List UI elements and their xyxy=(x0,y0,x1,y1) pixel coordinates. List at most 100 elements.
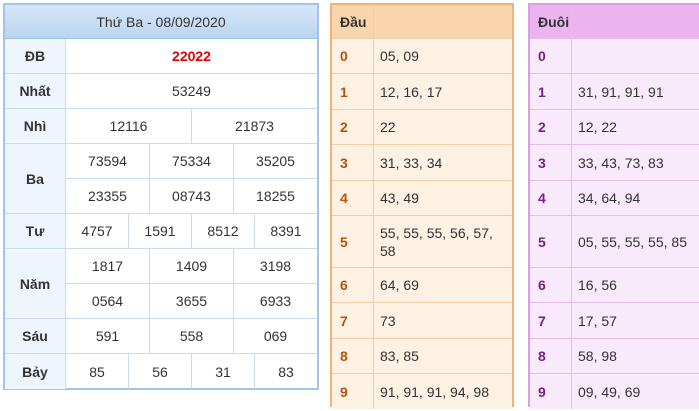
dau-key: 5 xyxy=(332,216,374,267)
prize-number: 83 xyxy=(278,363,294,380)
dau-numbers: 83, 85 xyxy=(374,339,512,373)
prize-number: 12116 xyxy=(66,109,192,143)
prize-values: 4757 1591 8512 8391 xyxy=(66,214,317,248)
prize-value-row: 85 56 31 83 xyxy=(66,354,317,389)
prize-value-row: 22022 xyxy=(66,39,317,73)
dau-numbers: 31, 33, 34 xyxy=(374,145,512,180)
dau-row: 9 91, 91, 91, 94, 98 xyxy=(332,374,512,409)
dau-numbers: 73 xyxy=(374,303,512,338)
prize-values: 22022 xyxy=(66,39,317,73)
prize-number: 4757 xyxy=(66,214,129,248)
prize-row: Tư 4757 1591 8512 8391 xyxy=(5,214,317,249)
dau-header-row: Đầu xyxy=(332,5,512,39)
prize-label: Nhất xyxy=(5,74,66,108)
duoi-key: 4 xyxy=(530,181,572,215)
duoi-row: 0 xyxy=(530,39,699,74)
prize-number: 6933 xyxy=(259,293,292,309)
prize-number: 18255 xyxy=(256,188,295,204)
prize-number: 08743 xyxy=(150,179,234,213)
prize-value-row: 4757 1591 8512 8391 xyxy=(66,214,317,248)
results-table: Thứ Ba - 08/09/2020 ĐB 22022 Nhất 53249 Nhì 1… xyxy=(3,3,319,390)
prize-value-row: 0564 3655 6933 xyxy=(66,283,317,318)
prize-number: 23355 xyxy=(66,179,150,213)
prize-values: 73594 75334 35205 23355 08743 18255 xyxy=(66,144,317,213)
prize-number: 85 xyxy=(66,354,129,389)
dau-numbers: 22 xyxy=(374,110,512,144)
duoi-numbers: 17, 57 xyxy=(572,303,699,338)
prize-row: Bảy 85 56 31 83 xyxy=(5,354,317,389)
duoi-row: 7 17, 57 xyxy=(530,303,699,339)
dau-numbers: 43, 49 xyxy=(374,181,512,215)
dau-key: 3 xyxy=(332,145,374,180)
dau-numbers: 91, 91, 91, 94, 98 xyxy=(374,374,512,409)
prize-number: 1591 xyxy=(129,214,192,248)
prize-number: 3198 xyxy=(259,258,292,274)
dau-row: 7 73 xyxy=(332,303,512,339)
prize-number: 21873 xyxy=(235,118,274,134)
prize-values: 12116 21873 xyxy=(66,109,317,143)
dau-rows: 0 05, 09 1 12, 16, 17 2 22 3 31, 33, 34 4 43, 49 5… xyxy=(332,39,512,409)
duoi-header-label: Đuôi xyxy=(530,5,572,38)
duoi-numbers xyxy=(572,39,699,73)
prize-number: 31 xyxy=(192,354,255,389)
dau-key: 6 xyxy=(332,268,374,302)
dau-header-blank xyxy=(374,5,512,38)
prize-label: Nhì xyxy=(5,109,66,143)
prize-row: ĐB 22022 xyxy=(5,39,317,74)
prize-number: 069 xyxy=(263,328,288,344)
prize-rows: ĐB 22022 Nhất 53249 Nhì 12116 21873 Ba 73594 7533… xyxy=(5,39,317,389)
prize-value-row: 1817 1409 3198 xyxy=(66,249,317,283)
dau-key: 8 xyxy=(332,339,374,373)
dau-numbers: 12, 16, 17 xyxy=(374,74,512,109)
duoi-numbers: 34, 64, 94 xyxy=(572,181,699,215)
dau-key: 4 xyxy=(332,181,374,215)
dau-table: Đầu 0 05, 09 1 12, 16, 17 2 22 3 31, 33, 34 4 43,… xyxy=(330,3,514,409)
prize-number: 0564 xyxy=(66,284,150,318)
duoi-numbers: 33, 43, 73, 83 xyxy=(572,145,699,180)
duoi-key: 3 xyxy=(530,145,572,180)
dau-header-label: Đầu xyxy=(332,5,374,38)
prize-row: Năm 1817 1409 3198 0564 3655 6933 xyxy=(5,249,317,319)
duoi-numbers: 31, 91, 91, 91 xyxy=(572,74,699,109)
dau-key: 2 xyxy=(332,110,374,144)
dau-numbers: 64, 69 xyxy=(374,268,512,302)
dau-row: 5 55, 55, 55, 56, 57, 58 xyxy=(332,216,512,268)
dau-key: 1 xyxy=(332,74,374,109)
prize-value-row: 591 558 069 xyxy=(66,319,317,353)
prize-label: Sáu xyxy=(5,319,66,353)
prize-number: 53249 xyxy=(172,83,211,99)
prize-number: 8512 xyxy=(192,214,255,248)
duoi-row: 2 12, 22 xyxy=(530,110,699,145)
duoi-numbers: 58, 98 xyxy=(572,339,699,373)
duoi-numbers: 16, 56 xyxy=(572,268,699,302)
duoi-row: 5 05, 55, 55, 55, 85 xyxy=(530,216,699,268)
duoi-key: 5 xyxy=(530,216,572,267)
duoi-key: 2 xyxy=(530,110,572,144)
prize-number: 73594 xyxy=(66,144,150,178)
prize-values: 53249 xyxy=(66,74,317,108)
prize-label: Tư xyxy=(5,214,66,248)
dau-row: 0 05, 09 xyxy=(332,39,512,74)
dau-row: 8 83, 85 xyxy=(332,339,512,374)
duoi-row: 1 31, 91, 91, 91 xyxy=(530,74,699,110)
prize-values: 85 56 31 83 xyxy=(66,354,317,389)
prize-label: ĐB xyxy=(5,39,66,73)
dau-numbers: 05, 09 xyxy=(374,39,512,73)
duoi-numbers: 12, 22 xyxy=(572,110,699,144)
duoi-row: 9 09, 49, 69 xyxy=(530,374,699,409)
prize-number: 591 xyxy=(66,319,150,353)
duoi-key: 6 xyxy=(530,268,572,302)
duoi-row: 8 58, 98 xyxy=(530,339,699,374)
prize-number: 1817 xyxy=(66,249,150,283)
dau-row: 6 64, 69 xyxy=(332,268,512,303)
special-prize-number: 22022 xyxy=(172,48,211,64)
duoi-key: 1 xyxy=(530,74,572,109)
dau-row: 4 43, 49 xyxy=(332,181,512,216)
dau-row: 1 12, 16, 17 xyxy=(332,74,512,110)
duoi-key: 9 xyxy=(530,374,572,409)
prize-values: 591 558 069 xyxy=(66,319,317,353)
dau-key: 7 xyxy=(332,303,374,338)
prize-label: Ba xyxy=(5,144,66,213)
prize-label: Bảy xyxy=(5,354,66,389)
prize-number: 56 xyxy=(129,354,192,389)
